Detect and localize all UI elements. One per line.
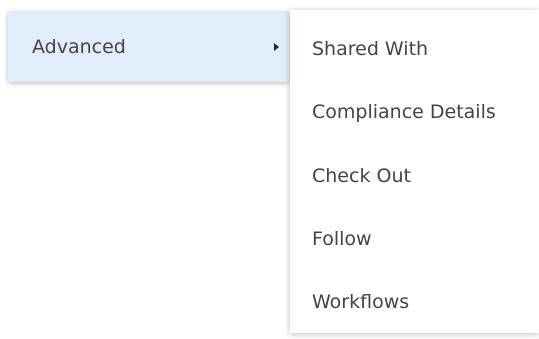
submenu-item-workflows[interactable]: Workflows xyxy=(290,277,539,327)
advanced-submenu: Shared With Compliance Details Check Out… xyxy=(290,10,539,333)
parent-context-menu: Advanced xyxy=(8,12,290,82)
chevron-right-icon xyxy=(274,43,279,51)
submenu-item-compliance-details[interactable]: Compliance Details xyxy=(290,87,539,137)
submenu-item-shared-with[interactable]: Shared With xyxy=(290,24,539,74)
submenu-item-label: Follow xyxy=(312,228,372,250)
menu-item-advanced[interactable]: Advanced xyxy=(8,12,290,82)
menu-item-advanced-label: Advanced xyxy=(32,36,126,58)
submenu-item-check-out[interactable]: Check Out xyxy=(290,151,539,201)
submenu-item-label: Shared With xyxy=(312,38,429,60)
submenu-item-follow[interactable]: Follow xyxy=(290,214,539,264)
submenu-item-label: Compliance Details xyxy=(312,101,496,123)
submenu-item-label: Workflows xyxy=(312,291,410,313)
submenu-item-label: Check Out xyxy=(312,165,411,187)
